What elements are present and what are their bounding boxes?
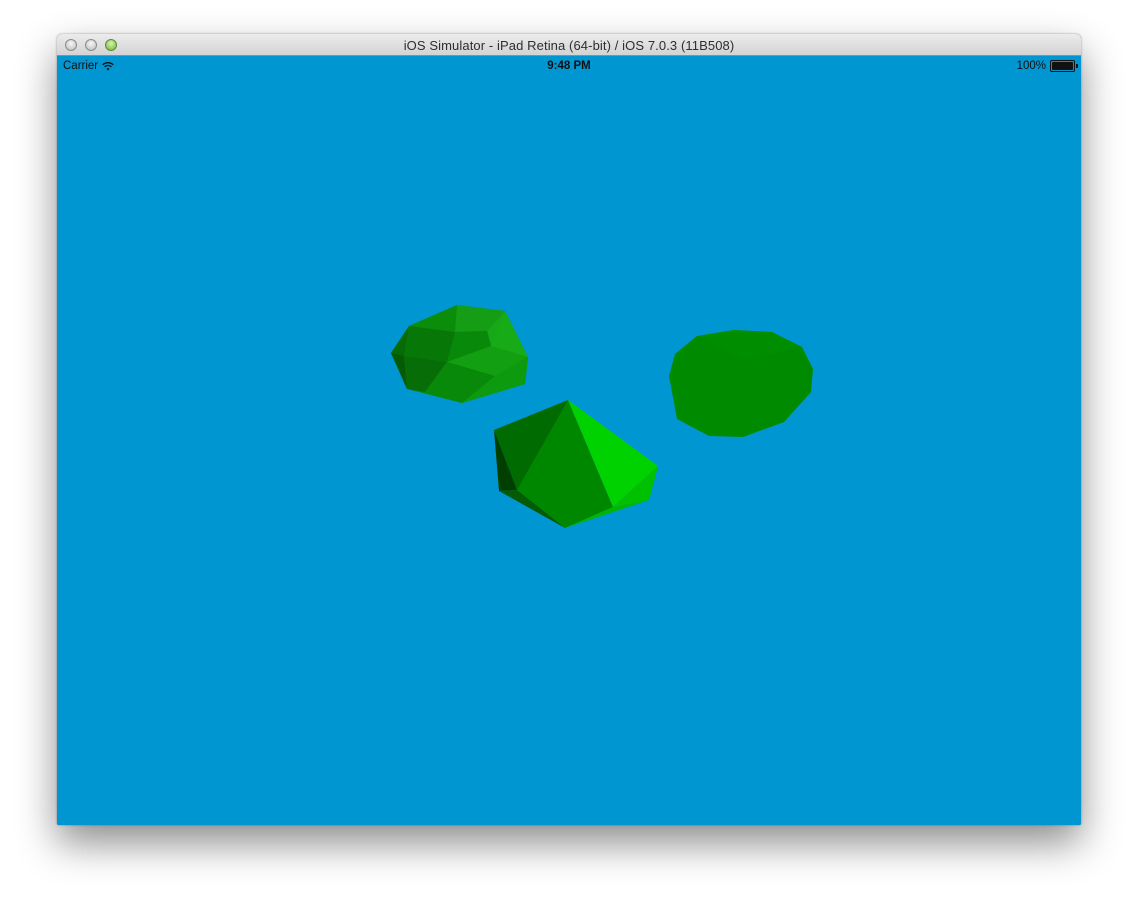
battery-icon	[1050, 60, 1078, 72]
window-titlebar[interactable]: iOS Simulator - iPad Retina (64-bit) / i…	[57, 34, 1081, 56]
simulator-screen[interactable]: Carrier 9:48 PM 100%	[57, 56, 1081, 825]
3d-scene[interactable]	[57, 56, 1081, 825]
battery-percent: 100%	[1016, 60, 1046, 72]
status-time: 9:48 PM	[547, 60, 591, 72]
battery-tip	[1076, 64, 1078, 68]
battery-indicator: 100%	[1016, 60, 1078, 72]
simulator-window: iOS Simulator - iPad Retina (64-bit) / i…	[57, 34, 1081, 825]
battery-fill	[1052, 62, 1073, 70]
window-title: iOS Simulator - iPad Retina (64-bit) / i…	[403, 38, 735, 53]
ios-status-bar: Carrier 9:48 PM 100%	[57, 56, 1081, 76]
